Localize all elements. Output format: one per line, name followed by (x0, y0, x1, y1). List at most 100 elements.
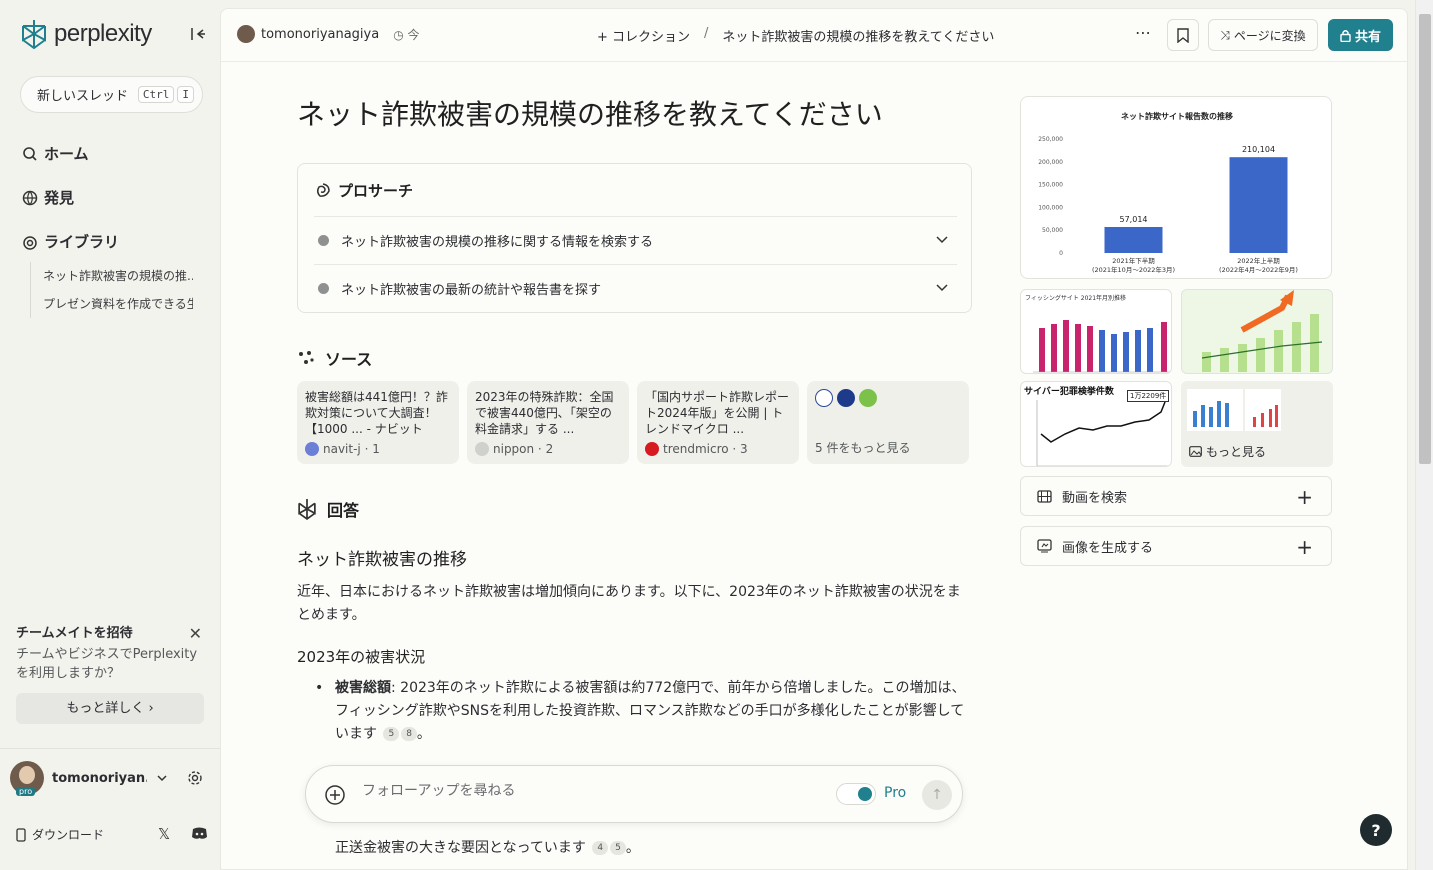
user-name: tomonoriyan... (52, 770, 147, 786)
send-button[interactable]: ↑ (922, 780, 952, 810)
nav-library[interactable]: ライブラリ (22, 231, 119, 252)
source-site: nippon · 2 (493, 442, 554, 456)
check-icon (318, 235, 329, 246)
nav-discover[interactable]: 発見 (22, 187, 74, 208)
plus-circle-icon[interactable] (324, 784, 346, 806)
source-footer: nippon · 2 (475, 442, 553, 456)
followup-bar: Pro ↑ (305, 765, 963, 823)
search-icon (23, 146, 37, 161)
followup-input[interactable] (362, 783, 822, 799)
page-title: ネット詐欺被害の規模の推移を教えてください (297, 98, 883, 131)
timestamp: ◷ 今 (393, 27, 420, 42)
answer-text-tail: 正送金被害の大きな要因となっています 4 5。 (335, 840, 640, 856)
pro-toggle[interactable] (836, 783, 876, 805)
kbd-ctrl: Ctrl (137, 86, 175, 103)
citation-badge[interactable]: 5 (610, 841, 626, 855)
perplexity-logo-icon (298, 499, 316, 521)
scrollbar-thumb[interactable] (1419, 14, 1431, 464)
x-icon[interactable]: 𝕏 (158, 825, 170, 843)
favicon-icon (837, 389, 855, 407)
favicon-icon (475, 442, 489, 456)
collapse-sidebar-icon[interactable] (190, 26, 210, 44)
scrollbar[interactable] (1415, 0, 1433, 870)
more-sources-card[interactable]: 5 件をもっと見る (807, 381, 969, 464)
collection-link[interactable]: + コレクション (597, 26, 690, 45)
nav-home[interactable]: ホーム (22, 143, 89, 164)
perplexity-logo-icon (22, 20, 46, 50)
y-tick-label: 250,000 (1038, 136, 1063, 143)
image-generate-icon (1037, 539, 1052, 553)
sidebar: perplexity 新しいスレッド Ctrl I ホーム 発見 ライブラリ ネ… (0, 0, 220, 870)
generate-image-button[interactable]: 画像を生成する + (1020, 526, 1332, 566)
chart-title: ネット詐欺サイト報告数の推移 (1121, 111, 1233, 121)
pro-search-step[interactable]: ネット詐欺被害の最新の統計や報告書を探す (314, 264, 957, 312)
film-icon (1037, 489, 1052, 503)
image-icon (1189, 446, 1202, 457)
nav-home-label: ホーム (44, 145, 89, 163)
pro-search-label: プロサーチ (338, 182, 414, 200)
learn-more-button[interactable]: もっと詳しく › (16, 693, 204, 724)
citation-badge[interactable]: 4 (592, 841, 609, 855)
answer-subheading: 2023年の被害状況 (297, 648, 426, 666)
gear-icon[interactable] (187, 770, 203, 786)
close-icon[interactable]: ✕ (189, 624, 202, 643)
citation-badge[interactable]: 5 (383, 727, 400, 741)
divider (0, 748, 220, 749)
image-thumbnail[interactable]: サイバー犯罪検挙件数 1万2209件 (1020, 381, 1172, 467)
share-label: 共有 (1354, 29, 1381, 45)
user-menu[interactable]: pro tomonoriyan... (10, 760, 210, 796)
thumbnail-graphic (1187, 389, 1281, 431)
pro-search-panel: プロサーチ ネット詐欺被害の規模の推移に関する情報を検索する ネット詐欺被害の最… (297, 163, 972, 313)
author-name: tomonoriyanagiya (261, 26, 380, 42)
library-item[interactable]: プレゼン資料を作成できる生... (43, 290, 193, 318)
source-site: trendmicro · 3 (663, 442, 748, 456)
answer-paragraph: 近年、日本におけるネット詐欺被害は増加傾向にあります。以下に、2023年のネット… (297, 584, 961, 623)
new-thread-button[interactable]: 新しいスレッド Ctrl I (20, 76, 203, 113)
bookmark-button[interactable] (1167, 19, 1199, 51)
chevron-down-icon[interactable] (935, 281, 949, 295)
download-link[interactable]: ダウンロード (16, 826, 104, 843)
image-thumbnail[interactable]: フィッシングサイト 2021年月別推移 (1020, 289, 1172, 374)
help-button[interactable]: ? (1360, 814, 1392, 846)
thread-author[interactable]: tomonoriyanagiya ◷ 今 (237, 25, 420, 43)
data-label: 57,014 (1120, 215, 1148, 224)
chevron-down-icon[interactable] (935, 233, 949, 247)
image-thumbnail[interactable] (1181, 289, 1333, 374)
check-icon (318, 283, 329, 294)
source-card[interactable]: 2023年の特殊詐欺：全国で被害440億円､「架空の料金請求」する ... ni… (467, 381, 629, 464)
globe-icon (22, 190, 38, 205)
answer-label: 回答 (327, 501, 360, 520)
avatar (237, 25, 255, 43)
step-text: ネット詐欺被害の最新の統計や報告書を探す (341, 283, 602, 298)
logo[interactable]: perplexity (20, 18, 152, 50)
library-item[interactable]: ネット詐欺被害の規模の推... (43, 262, 193, 290)
thread-title-crumb[interactable]: ネット詐欺被害の規模の推移を教えてください (722, 26, 994, 45)
pro-search-step[interactable]: ネット詐欺被害の規模の推移に関する情報を検索する (314, 216, 957, 264)
bookmark-icon (1177, 27, 1189, 43)
y-tick-label: 0 (1059, 250, 1063, 257)
source-card[interactable]: 被害総額は441億円！？詐欺対策について大調査！【1000 ... - ナビット… (297, 381, 459, 464)
more-sources-label: 5 件をもっと見る (815, 441, 911, 455)
lock-icon (1340, 29, 1351, 42)
list-item-text: : 2023年のネット詐欺による被害額は約772億円で、前年から倍増しました。こ… (335, 680, 966, 742)
more-images-button[interactable]: もっと見る (1181, 381, 1333, 467)
image-result-chart[interactable]: ネット詐欺サイト報告数の推移 250,000 200,000 150,000 100,0… (1020, 96, 1332, 279)
convert-to-page-button[interactable]: ⤨ ページに変換 (1208, 19, 1318, 51)
y-tick-label: 200,000 (1038, 159, 1063, 166)
search-video-button[interactable]: 動画を検索 + (1020, 476, 1332, 516)
source-card[interactable]: 「国内サポート詐欺レポート2024年版」を公開 | トレンドマイクロ ... t… (637, 381, 799, 464)
favicon-icon (305, 442, 319, 456)
more-options-icon[interactable]: ⋯ (1135, 23, 1151, 42)
chevron-down-icon[interactable] (155, 771, 169, 785)
plus-icon: + (1296, 535, 1313, 559)
share-button[interactable]: 共有 (1328, 19, 1393, 51)
favicon-icon (815, 389, 833, 407)
source-title: 「国内サポート詐欺レポート2024年版」を公開 | トレンドマイクロ ... (645, 390, 790, 436)
citation-badge[interactable]: 8 (401, 727, 417, 741)
source-footer: navit-j · 1 (305, 442, 380, 456)
invite-panel: チームメイトを招待 ✕ チームやビジネスでPerplexityを利用しますか？ … (16, 622, 206, 724)
list-item: 被害総額: 2023年のネット詐欺による被害額は約772億円で、前年から倍増しま… (315, 677, 967, 746)
sources-icon (299, 351, 314, 364)
discord-icon[interactable] (191, 827, 208, 840)
library-icon (23, 235, 37, 250)
